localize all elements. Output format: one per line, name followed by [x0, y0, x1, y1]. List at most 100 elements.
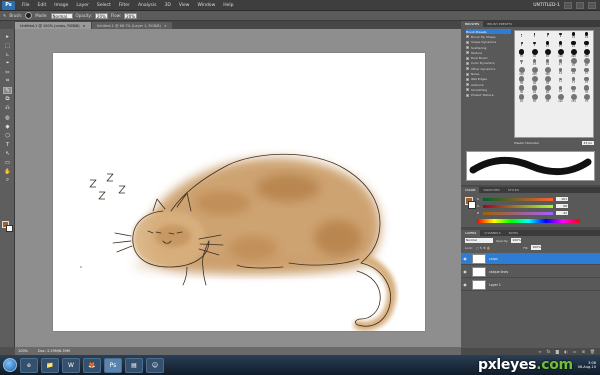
brush-tip[interactable]: 27 — [580, 67, 593, 76]
tab-channels[interactable]: CHANNELS — [480, 230, 504, 236]
brush-tip[interactable]: 65 — [580, 58, 593, 67]
folder-icon[interactable]: ▭ — [573, 349, 577, 354]
brush-tip[interactable]: 300 — [580, 49, 593, 58]
background-color-swatch[interactable] — [6, 225, 13, 232]
tab-layers[interactable]: LAYERS — [461, 230, 481, 236]
brush-tip[interactable]: 13 — [528, 58, 541, 67]
zoom-level[interactable]: 100% — [18, 349, 28, 353]
brush-tip[interactable]: 74 — [580, 94, 593, 103]
mask-icon[interactable]: ◙ — [555, 349, 559, 354]
brush-tip[interactable]: 17 — [554, 40, 567, 49]
brush-tip[interactable]: 11 — [554, 76, 567, 85]
checkbox[interactable] — [466, 88, 469, 92]
tab-brush-presets[interactable]: BRUSH PRESETS — [483, 21, 516, 27]
brush-tool-icon[interactable]: ✎ — [3, 87, 12, 94]
layer-row-layer-1[interactable]: ◉ Layer 1 — [461, 279, 600, 291]
brush-tip[interactable]: 200 — [528, 67, 541, 76]
menu-analysis[interactable]: Analysis — [134, 3, 161, 8]
brush-tip[interactable]: 45 — [528, 49, 541, 58]
checkbox[interactable] — [466, 77, 469, 81]
fill-input[interactable]: 100% — [531, 245, 542, 250]
color-ramp[interactable] — [477, 219, 580, 223]
checkbox[interactable] — [466, 40, 469, 44]
brush-tip[interactable]: 5 — [541, 31, 554, 40]
pen-tool-icon[interactable]: ⬡ — [3, 132, 12, 139]
brush-tip[interactable]: 39 — [515, 76, 528, 85]
checkbox[interactable] — [466, 46, 469, 50]
menu-file[interactable]: File — [18, 3, 34, 8]
menu-image[interactable]: Image — [50, 3, 72, 8]
checkbox[interactable] — [466, 67, 469, 71]
brush-tip[interactable]: 14 — [554, 67, 567, 76]
layer-opacity-input[interactable]: 100% — [511, 238, 522, 243]
layer-row-corps[interactable]: ◉ corps — [461, 253, 600, 265]
tab-paths[interactable]: PATHS — [505, 230, 522, 236]
quick-select-tool-icon[interactable]: ⌖ — [3, 60, 12, 67]
menu-3d[interactable]: 3D — [160, 3, 174, 8]
brush-tip[interactable]: 9 — [554, 31, 567, 40]
brush-tip[interactable]: 42 — [515, 94, 528, 103]
history-brush-tool-icon[interactable]: ⎌ — [3, 105, 12, 112]
eye-icon[interactable]: ◉ — [461, 282, 469, 287]
shape-tool-icon[interactable]: ▭ — [3, 159, 12, 166]
checkbox[interactable] — [466, 61, 469, 65]
brush-tip[interactable]: 35 — [515, 49, 528, 58]
eye-icon[interactable]: ◉ — [461, 269, 469, 274]
master-diameter-input[interactable]: 43 px — [581, 141, 594, 145]
new-layer-icon[interactable]: ⊞ — [582, 349, 585, 354]
brush-tip[interactable]: 19 — [580, 31, 593, 40]
workspace-switcher[interactable]: UNTITLED-1 — [533, 3, 560, 8]
brush-tool-icon[interactable]: ✎ — [3, 13, 6, 18]
checkbox[interactable] — [466, 83, 469, 87]
brush-tip[interactable]: 36 — [515, 85, 528, 94]
ie-icon[interactable]: e — [20, 357, 38, 373]
brush-tip[interactable]: 19 — [541, 58, 554, 67]
tab-document-2[interactable]: Untitled-1 @ 66.7% (Layer 1, RGB/8) × — [91, 22, 172, 29]
zoom-tool-icon[interactable]: ⌕ — [3, 177, 12, 184]
brush-tip[interactable]: 55 — [528, 94, 541, 103]
lock-icons[interactable]: ▢ ✎ ✥ 🔒 — [476, 246, 490, 250]
brush-tip-grid[interactable]: 1 3 5 9 13 19 5 9 13 17 21 27 35 45 65 100 200 300 9 13 19 17… — [514, 30, 594, 138]
brush-tip[interactable]: 100 — [515, 67, 528, 76]
background-color-swatch[interactable] — [468, 201, 476, 209]
lasso-tool-icon[interactable]: ʟ — [3, 51, 12, 58]
checkbox[interactable] — [466, 93, 469, 97]
brush-tip[interactable]: 65 — [541, 49, 554, 58]
brush-tip[interactable]: 17 — [554, 58, 567, 67]
document-canvas[interactable] — [53, 53, 425, 331]
menu-window[interactable]: Window — [194, 3, 220, 8]
blue-value-input[interactable]: 42 — [556, 211, 568, 215]
minimize-button[interactable] — [564, 1, 572, 9]
brush-tip[interactable]: 13 — [567, 31, 580, 40]
link-icon[interactable]: ∞ — [538, 349, 541, 354]
brush-preset-picker[interactable] — [25, 12, 33, 19]
eye-icon[interactable]: ◉ — [461, 256, 469, 261]
mode-select[interactable]: Normal — [50, 12, 73, 19]
brush-tip[interactable]: 1 — [515, 31, 528, 40]
tab-document-1[interactable]: Untitled-1 @ 100% (corps, RGB/8) × — [15, 22, 91, 29]
checkbox[interactable] — [466, 72, 469, 76]
hand-tool-icon[interactable]: ✋ — [3, 168, 12, 175]
brush-tip[interactable]: 200 — [567, 49, 580, 58]
firefox-icon[interactable]: 🦊 — [83, 357, 101, 373]
start-button[interactable] — [3, 358, 17, 372]
brush-tip[interactable]: 24 — [567, 67, 580, 76]
brush-tip[interactable]: 3 — [528, 31, 541, 40]
blend-mode-select[interactable]: Normal — [465, 238, 493, 243]
menu-layer[interactable]: Layer — [72, 3, 93, 8]
brush-tip[interactable]: 33 — [580, 85, 593, 94]
eyedropper-tool-icon[interactable]: ⌗ — [3, 78, 12, 85]
explorer-icon[interactable]: 📁 — [41, 357, 59, 373]
menu-view[interactable]: View — [175, 3, 194, 8]
brush-tip[interactable]: 45 — [567, 58, 580, 67]
maximize-button[interactable] — [576, 1, 584, 9]
trash-icon[interactable]: 🗑 — [590, 349, 595, 354]
opacity-input[interactable]: 20% — [94, 12, 108, 19]
layer-row-lines[interactable]: ◉ calque lines — [461, 266, 600, 278]
tab-brushes[interactable]: BRUSHES — [461, 21, 484, 27]
crop-tool-icon[interactable]: ✂ — [3, 69, 12, 76]
brush-tip[interactable]: 26 — [567, 85, 580, 94]
brush-tip[interactable]: 17 — [567, 76, 580, 85]
brush-tip[interactable]: 44 — [528, 85, 541, 94]
cat-painting[interactable] — [53, 53, 425, 331]
